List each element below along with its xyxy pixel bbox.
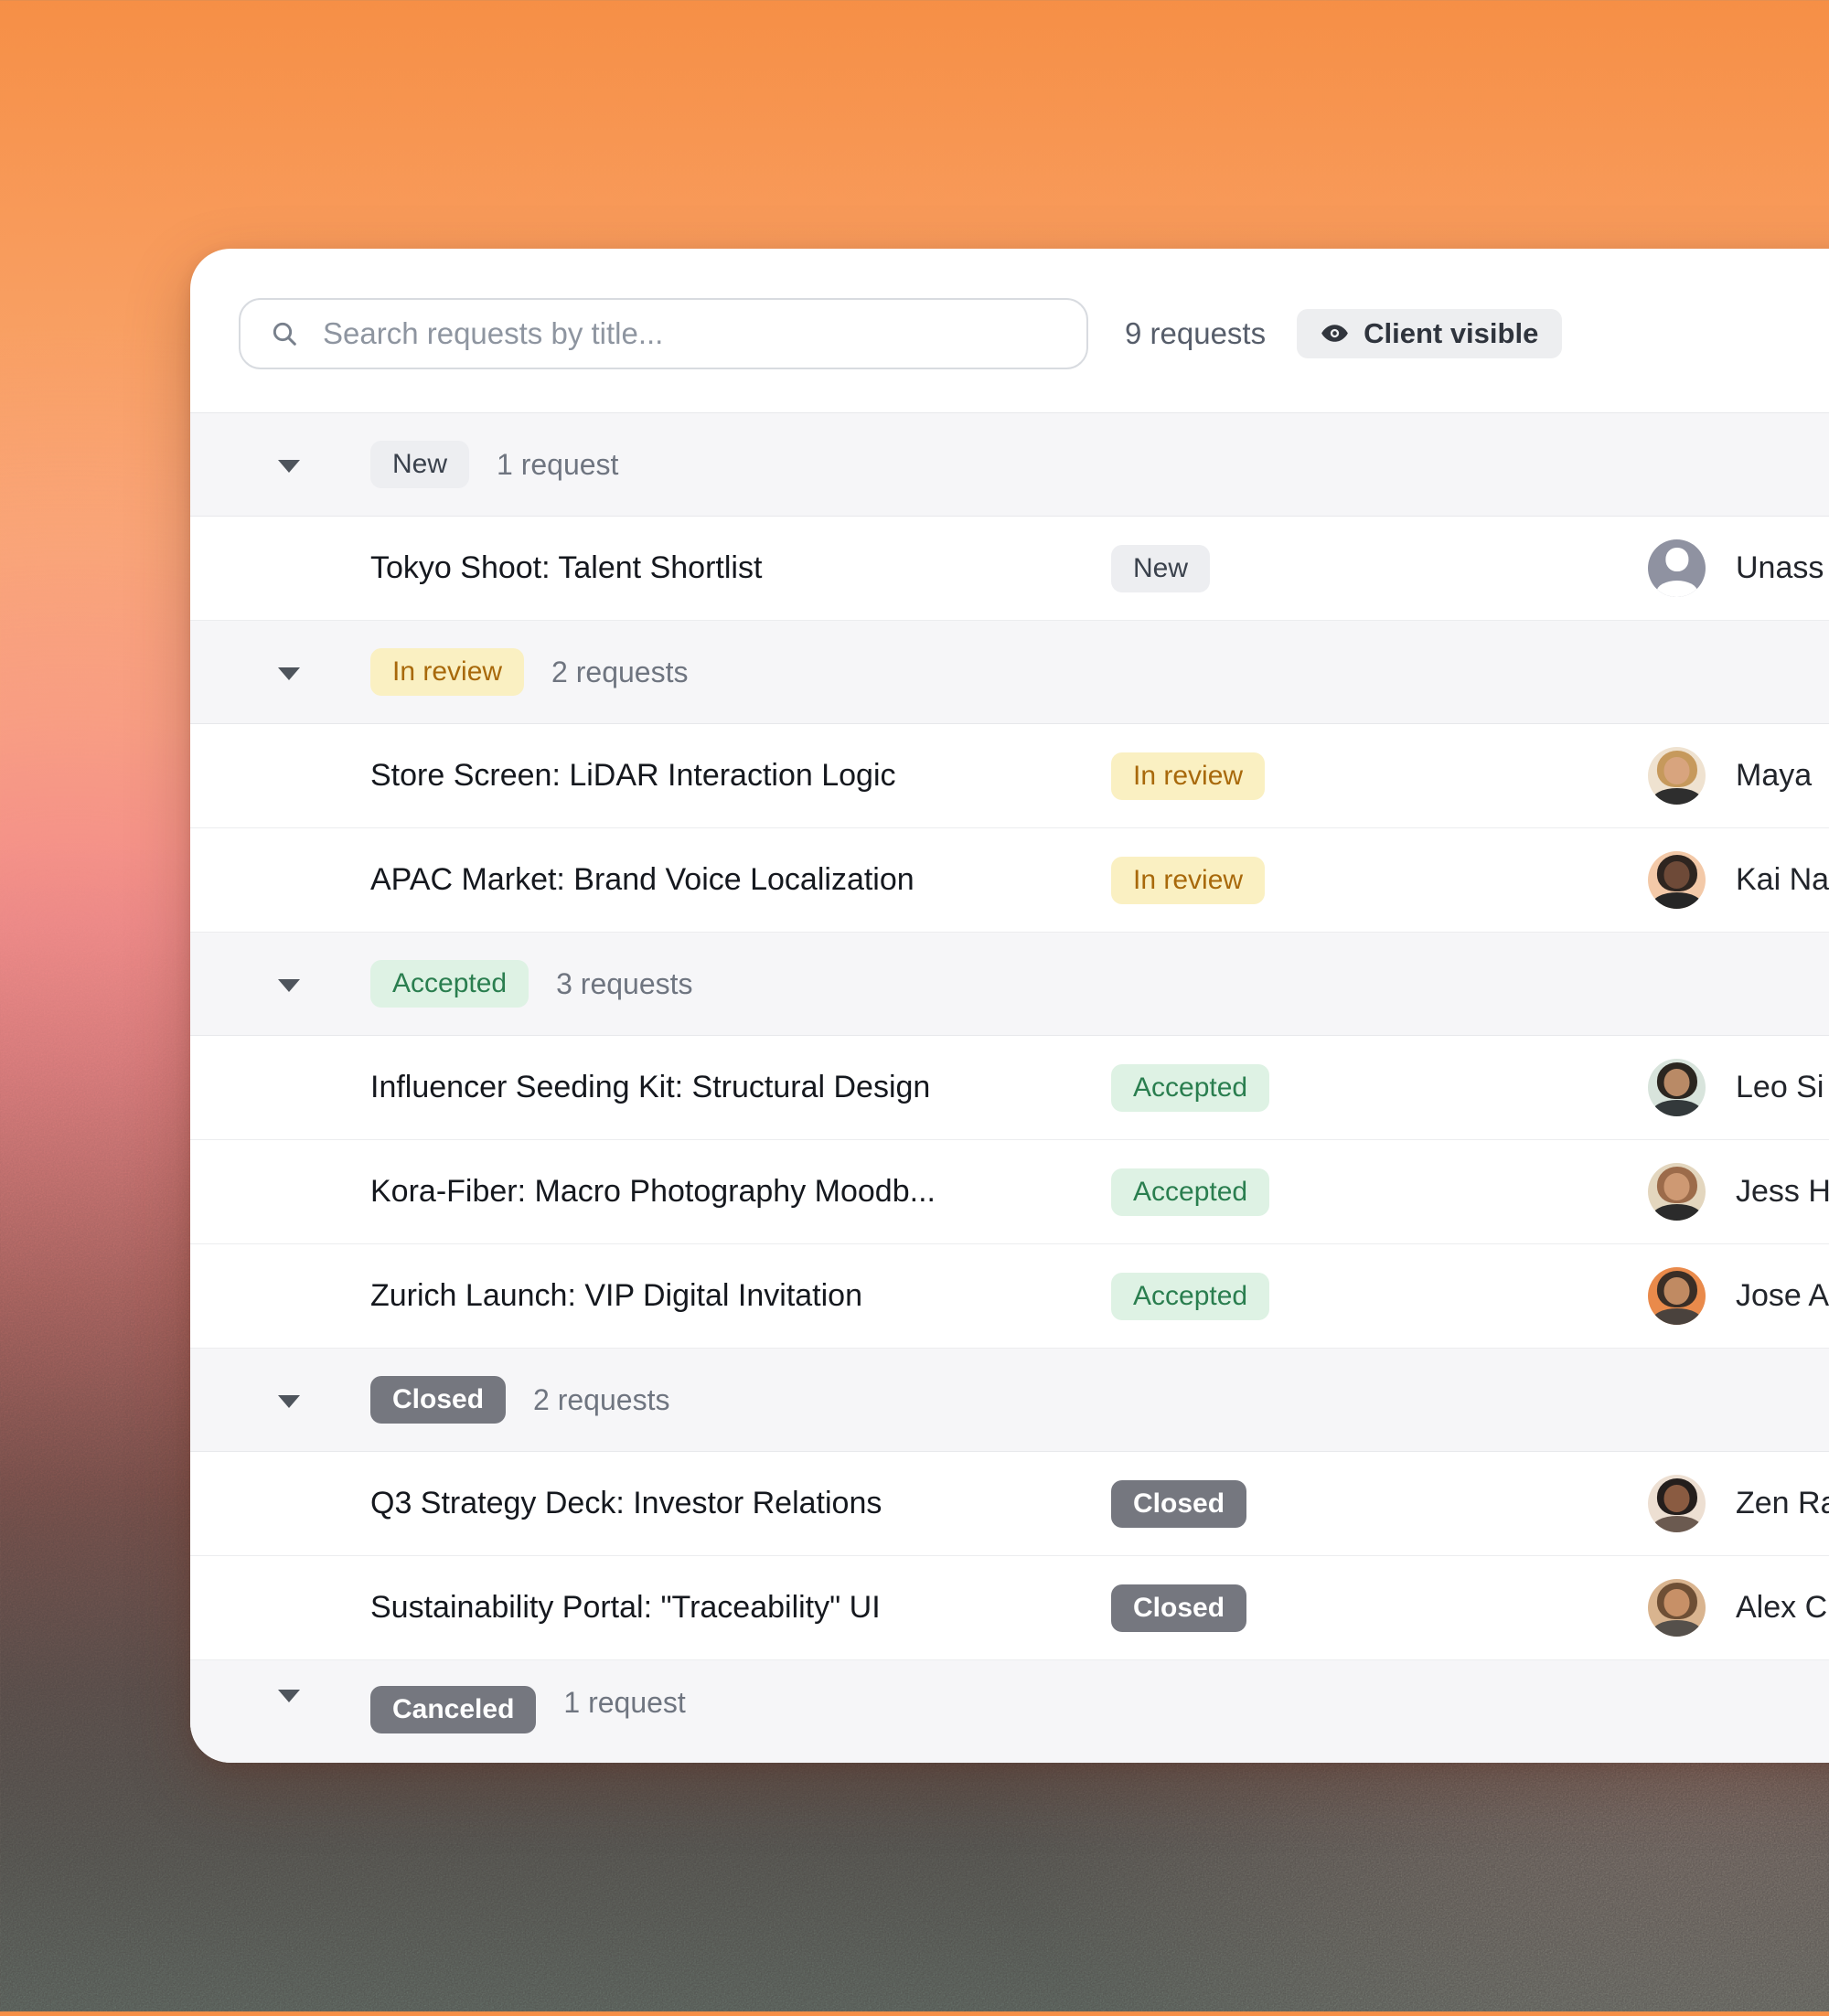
- group-status-badge: In review: [370, 648, 525, 696]
- group-header-canceled[interactable]: Canceled 1 request: [190, 1660, 1829, 1763]
- group-header-in-review[interactable]: In review 2 requests: [190, 621, 1829, 724]
- client-visible-label: Client visible: [1364, 316, 1539, 349]
- request-row[interactable]: Zurich Launch: VIP Digital Invitation Ac…: [190, 1244, 1829, 1349]
- avatar: [1648, 1059, 1706, 1116]
- request-row[interactable]: Store Screen: LiDAR Interaction Logic In…: [190, 724, 1829, 828]
- status-badge: Accepted: [1111, 1272, 1270, 1320]
- request-row[interactable]: Q3 Strategy Deck: Investor Relations Clo…: [190, 1452, 1829, 1556]
- group-count: 2 requests: [533, 1382, 670, 1416]
- assignee-name: Zen Ra: [1736, 1486, 1829, 1520]
- request-title: Tokyo Shoot: Talent Shortlist: [370, 550, 763, 585]
- status-badge: In review: [1111, 752, 1266, 800]
- group-count: 1 request: [497, 447, 619, 481]
- assignee-name: Alex C: [1736, 1590, 1828, 1625]
- search-icon: [273, 322, 296, 346]
- avatar: [1648, 851, 1706, 909]
- group-status-badge: Accepted: [370, 960, 529, 1008]
- assignee-name: Leo Si: [1736, 1070, 1824, 1104]
- avatar: [1648, 1579, 1706, 1637]
- group-header-closed[interactable]: Closed 2 requests: [190, 1349, 1829, 1452]
- assignee-name: Jess H: [1736, 1174, 1829, 1209]
- assignee-name: Kai Na: [1736, 862, 1829, 897]
- request-title: APAC Market: Brand Voice Localization: [370, 862, 914, 897]
- status-badge: Closed: [1111, 1479, 1247, 1528]
- group-count: 2 requests: [551, 655, 689, 688]
- request-row[interactable]: APAC Market: Brand Voice Localization In…: [190, 828, 1829, 933]
- request-title: Store Screen: LiDAR Interaction Logic: [370, 758, 896, 793]
- status-badge: New: [1111, 544, 1211, 592]
- request-list: New 1 request Tokyo Shoot: Talent Shortl…: [190, 412, 1829, 1763]
- request-title: Influencer Seeding Kit: Structural Desig…: [370, 1070, 931, 1104]
- chevron-down-icon[interactable]: [278, 1395, 300, 1408]
- eye-icon: [1321, 325, 1348, 342]
- search-box[interactable]: [239, 297, 1088, 369]
- group-header-accepted[interactable]: Accepted 3 requests: [190, 933, 1829, 1036]
- chevron-down-icon[interactable]: [278, 667, 300, 680]
- request-row[interactable]: Tokyo Shoot: Talent Shortlist New Unass: [190, 517, 1829, 621]
- search-input[interactable]: [321, 315, 1064, 352]
- group-header-new[interactable]: New 1 request: [190, 413, 1829, 517]
- status-badge: Accepted: [1111, 1168, 1270, 1216]
- group-status-badge: Closed: [370, 1376, 507, 1424]
- request-title: Q3 Strategy Deck: Investor Relations: [370, 1486, 882, 1520]
- status-badge: In review: [1111, 856, 1266, 904]
- request-row[interactable]: Sustainability Portal: "Traceability" UI…: [190, 1556, 1829, 1660]
- chevron-down-icon[interactable]: [278, 460, 300, 473]
- avatar: [1648, 1475, 1706, 1532]
- group-status-badge: New: [370, 441, 470, 488]
- requests-count: 9 requests: [1125, 315, 1267, 350]
- status-badge: Accepted: [1111, 1063, 1270, 1112]
- request-row[interactable]: Kora-Fiber: Macro Photography Moodb... A…: [190, 1140, 1829, 1244]
- assignee-name: Maya: [1736, 758, 1813, 793]
- assignee-name: Jose A: [1736, 1278, 1829, 1313]
- request-title: Kora-Fiber: Macro Photography Moodb...: [370, 1174, 936, 1209]
- group-status-badge: Canceled: [370, 1686, 537, 1733]
- chevron-down-icon[interactable]: [278, 979, 300, 992]
- toolbar: 9 requests Client visible: [190, 249, 1829, 412]
- avatar: [1648, 1163, 1706, 1221]
- assignee-name: Unass: [1736, 550, 1824, 585]
- request-title: Sustainability Portal: "Traceability" UI: [370, 1590, 881, 1625]
- requests-panel: 9 requests Client visible New 1 request …: [190, 249, 1829, 1763]
- avatar: [1648, 1267, 1706, 1325]
- avatar: [1648, 747, 1706, 805]
- client-visible-toggle[interactable]: Client visible: [1297, 308, 1563, 358]
- avatar: [1648, 539, 1706, 597]
- group-count: 3 requests: [556, 966, 693, 1000]
- chevron-down-icon[interactable]: [278, 1690, 300, 1702]
- request-title: Zurich Launch: VIP Digital Invitation: [370, 1278, 862, 1313]
- request-row[interactable]: Influencer Seeding Kit: Structural Desig…: [190, 1036, 1829, 1140]
- status-badge: Closed: [1111, 1584, 1247, 1632]
- group-count: 1 request: [563, 1686, 686, 1719]
